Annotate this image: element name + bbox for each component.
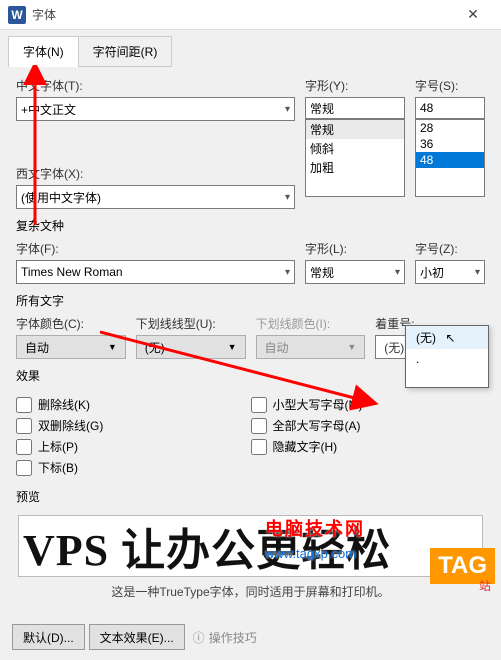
cn-font-combo[interactable]: +中文正文 ▾ (16, 97, 295, 121)
underline-color-label: 下划线颜色(I): (256, 315, 366, 332)
emphasis-option-none[interactable]: (无) ↖ (406, 326, 488, 349)
list-item[interactable]: 28 (416, 120, 484, 136)
cn-font-value: +中文正文 (21, 101, 76, 118)
title-bar: W 字体 ✕ (0, 0, 501, 30)
emphasis-popup[interactable]: (无) ↖ . (405, 325, 489, 388)
watermark-tag-sub: 站 (479, 577, 491, 594)
complex-font-label: 字体(F): (16, 240, 295, 257)
font-color-label: 字体颜色(C): (16, 315, 126, 332)
list-item[interactable]: 常规 (306, 120, 404, 139)
superscript-checkbox[interactable]: 上标(P) (16, 438, 251, 455)
complex-style-label: 字形(L): (305, 240, 405, 257)
chevron-down-icon: ▾ (395, 267, 400, 278)
watermark-url: www.tagxp.com (265, 546, 356, 561)
emphasis-value: (无) (384, 339, 404, 356)
word-app-icon: W (8, 6, 26, 24)
close-button[interactable]: ✕ (453, 6, 493, 23)
style-listbox[interactable]: 常规 倾斜 加粗 (305, 119, 405, 197)
cursor-icon: ↖ (445, 331, 455, 345)
dialog-title: 字体 (32, 6, 453, 23)
preview-label: 预览 (16, 488, 485, 505)
style-label: 字形(Y): (305, 77, 405, 94)
text-effects-button[interactable]: 文本效果(E)... (89, 624, 185, 650)
cn-font-label: 中文字体(T): (16, 77, 295, 94)
preview-box: VPS 让办公更轻松 (18, 515, 483, 577)
double-strike-checkbox[interactable]: 双删除线(G) (16, 417, 251, 434)
complex-font-value: Times New Roman (21, 265, 123, 279)
chevron-down-icon: ▾ (285, 267, 290, 278)
list-item[interactable]: 48 (416, 152, 484, 168)
list-item[interactable]: 36 (416, 136, 484, 152)
style-input[interactable] (305, 97, 405, 119)
underline-color-dropdown: 自动 ▼ (256, 335, 366, 359)
subscript-checkbox[interactable]: 下标(B) (16, 459, 251, 476)
default-button[interactable]: 默认(D)... (12, 624, 85, 650)
western-font-combo[interactable]: (使用中文字体) ▾ (16, 185, 295, 209)
smallcaps-checkbox[interactable]: 小型大写字母(M) (251, 396, 486, 413)
tab-spacing[interactable]: 字符间距(R) (78, 36, 173, 67)
chevron-down-icon: ▾ (285, 104, 290, 115)
chevron-down-icon: ▼ (347, 342, 356, 352)
list-item[interactable]: 加粗 (306, 158, 404, 177)
chevron-down-icon: ▾ (475, 267, 480, 278)
chevron-down-icon: ▼ (228, 342, 237, 352)
size-input[interactable] (415, 97, 485, 119)
complex-style-combo[interactable]: 常规 ▾ (305, 260, 405, 284)
font-color-dropdown[interactable]: 自动 ▼ (16, 335, 126, 359)
operation-tip[interactable]: ⓘ 操作技巧 (193, 624, 257, 650)
tab-bar: 字体(N) 字符间距(R) (0, 30, 501, 67)
complex-style-value: 常规 (310, 264, 334, 281)
emphasis-option-dot[interactable]: . (406, 349, 488, 369)
tab-font[interactable]: 字体(N) (8, 36, 79, 67)
underline-dropdown[interactable]: (无) ▼ (136, 335, 246, 359)
alltext-group-label: 所有文字 (16, 292, 485, 309)
complex-size-value: 小初 (420, 264, 444, 281)
strike-checkbox[interactable]: 删除线(K) (16, 396, 251, 413)
chevron-down-icon: ▾ (285, 192, 290, 203)
dialog-button-row: 默认(D)... 文本效果(E)... ⓘ 操作技巧 (0, 618, 501, 660)
preview-description: 这是一种TrueType字体，同时适用于屏幕和打印机。 (16, 577, 485, 608)
chevron-down-icon: ▼ (108, 342, 117, 352)
list-item[interactable]: 倾斜 (306, 139, 404, 158)
underline-label: 下划线线型(U): (136, 315, 246, 332)
complex-group-label: 复杂文种 (16, 217, 485, 234)
info-icon: ⓘ (193, 629, 205, 646)
complex-size-combo[interactable]: 小初 ▾ (415, 260, 485, 284)
allcaps-checkbox[interactable]: 全部大写字母(A) (251, 417, 486, 434)
hidden-checkbox[interactable]: 隐藏文字(H) (251, 438, 486, 455)
underline-value: (无) (145, 339, 165, 356)
watermark-brand: 电脑技术网 (265, 515, 365, 541)
western-font-value: (使用中文字体) (21, 189, 101, 206)
font-color-value: 自动 (25, 339, 49, 356)
size-listbox[interactable]: 28 36 48 (415, 119, 485, 197)
complex-font-combo[interactable]: Times New Roman ▾ (16, 260, 295, 284)
size-label: 字号(S): (415, 77, 485, 94)
complex-size-label: 字号(Z): (415, 240, 485, 257)
western-font-label: 西文字体(X): (16, 165, 295, 182)
underline-color-value: 自动 (265, 339, 289, 356)
